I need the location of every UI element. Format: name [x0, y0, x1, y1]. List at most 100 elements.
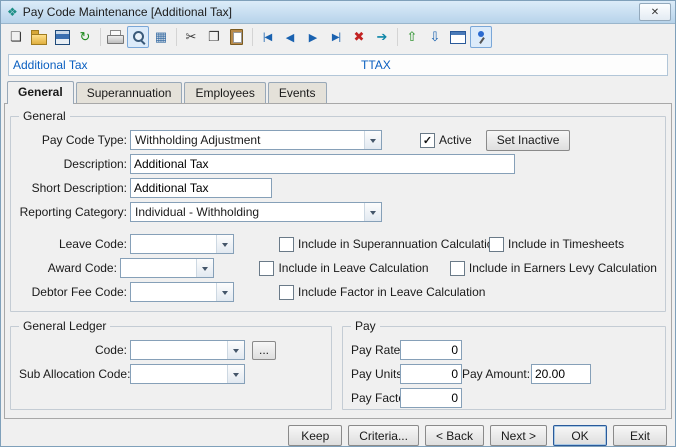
gl-code-lookup-button[interactable]: ...	[252, 341, 276, 360]
include-earners-levy-group: Include in Earners Levy Calculation	[450, 261, 657, 276]
window-icon[interactable]	[447, 26, 469, 48]
reporting-category-row: Reporting Category: Individual - Withhol…	[19, 201, 657, 223]
chevron-down-icon[interactable]	[227, 341, 244, 359]
reporting-category-select[interactable]: Individual - Withholding	[130, 202, 382, 222]
record-name: Additional Tax	[9, 58, 88, 72]
import-icon[interactable]: ⇩	[424, 26, 446, 48]
include-factor-leave-group: Include Factor in Leave Calculation	[279, 285, 489, 300]
exit-button[interactable]: Exit	[613, 425, 667, 446]
chevron-down-icon[interactable]	[364, 131, 381, 149]
record-header: Additional Tax TTAX	[8, 54, 668, 76]
chevron-down-icon[interactable]	[364, 203, 381, 221]
next-record-icon[interactable]: ▶	[302, 26, 324, 48]
include-superannuation-label: Include in Superannuation Calculation	[298, 237, 500, 251]
pay-code-maintenance-window: ❖ Pay Code Maintenance [Additional Tax] …	[0, 0, 676, 447]
open-folder-icon[interactable]	[28, 26, 50, 48]
include-leave-calc-checkbox[interactable]	[259, 261, 274, 276]
award-code-row: Award Code: Include in Leave Calculation…	[19, 257, 657, 279]
export-icon[interactable]: ⇧	[401, 26, 423, 48]
pay-units-label: Pay Units:	[351, 367, 397, 381]
gl-code-row: Code: ...	[19, 339, 323, 361]
tab-superannuation[interactable]: Superannuation	[76, 82, 183, 103]
reporting-category-label: Reporting Category:	[19, 205, 127, 219]
include-superannuation-checkbox[interactable]	[279, 237, 294, 252]
debtor-fee-code-select[interactable]	[130, 282, 234, 302]
keep-button[interactable]: Keep	[288, 425, 342, 446]
save-icon[interactable]	[51, 26, 73, 48]
chevron-down-icon[interactable]	[196, 259, 213, 277]
include-timesheets-group: Include in Timesheets	[489, 237, 624, 252]
window-title: Pay Code Maintenance [Additional Tax]	[23, 5, 639, 19]
pay-code-type-select[interactable]: Withholding Adjustment	[130, 130, 382, 150]
criteria-button[interactable]: Criteria...	[348, 425, 419, 446]
tab-content: General Pay Code Type: Withholding Adjus…	[4, 103, 672, 419]
short-description-input[interactable]	[130, 178, 272, 198]
pay-factor-row: Pay Factor:	[351, 387, 657, 409]
tab-bar: General Superannuation Employees Events	[1, 83, 675, 103]
debtor-fee-code-row: Debtor Fee Code: Include Factor in Leave…	[19, 281, 657, 303]
chevron-down-icon[interactable]	[216, 235, 233, 253]
record-code: TTAX	[361, 58, 391, 72]
gl-code-select[interactable]	[130, 340, 245, 360]
pay-code-type-label: Pay Code Type:	[19, 133, 127, 147]
include-factor-leave-checkbox[interactable]	[279, 285, 294, 300]
toolbar-separator	[176, 28, 177, 46]
grid-icon[interactable]: ▦	[150, 26, 172, 48]
award-code-select[interactable]	[120, 258, 215, 278]
chevron-down-icon[interactable]	[216, 283, 233, 301]
description-input[interactable]	[130, 154, 515, 174]
footer-buttons: Keep Criteria... < Back Next > OK Exit	[9, 425, 667, 446]
chevron-down-icon[interactable]	[227, 365, 244, 383]
print-preview-icon[interactable]	[127, 26, 149, 48]
tab-general[interactable]: General	[7, 81, 74, 104]
leave-code-select[interactable]	[130, 234, 234, 254]
include-timesheets-checkbox[interactable]	[489, 237, 504, 252]
general-group: General Pay Code Type: Withholding Adjus…	[10, 116, 666, 312]
pay-code-type-value: Withholding Adjustment	[131, 133, 364, 147]
include-factor-leave-label: Include Factor in Leave Calculation	[298, 285, 485, 299]
next-button[interactable]: Next >	[490, 425, 547, 446]
pay-amount-input[interactable]	[531, 364, 591, 384]
goto-icon[interactable]: ➔	[371, 26, 393, 48]
debtor-fee-code-label: Debtor Fee Code:	[19, 285, 127, 299]
pay-factor-input[interactable]	[400, 388, 462, 408]
first-record-icon[interactable]: |◀	[256, 26, 278, 48]
set-inactive-button[interactable]: Set Inactive	[486, 130, 571, 151]
leave-code-label: Leave Code:	[19, 237, 127, 251]
print-icon[interactable]	[104, 26, 126, 48]
app-icon: ❖	[7, 5, 18, 19]
pay-units-input[interactable]	[400, 364, 462, 384]
toolbar-separator	[252, 28, 253, 46]
copy-icon[interactable]: ❐	[203, 26, 225, 48]
ok-button[interactable]: OK	[553, 425, 607, 446]
close-button[interactable]: ✕	[639, 3, 671, 21]
cut-icon[interactable]: ✂	[180, 26, 202, 48]
toolbar: ❏ ↻ ▦ ✂ ❐ |◀ ◀ ▶ ▶| ✖ ➔ ⇧ ⇩	[1, 24, 675, 50]
award-code-label: Award Code:	[19, 261, 117, 275]
pay-rate-input[interactable]	[400, 340, 462, 360]
short-description-row: Short Description:	[19, 177, 657, 199]
active-checkbox-label: Active	[439, 133, 472, 147]
toolbar-separator	[397, 28, 398, 46]
pay-group-title: Pay	[351, 319, 380, 333]
delete-icon[interactable]: ✖	[348, 26, 370, 48]
description-row: Description:	[19, 153, 657, 175]
pin-icon[interactable]	[470, 26, 492, 48]
sub-allocation-select[interactable]	[130, 364, 245, 384]
previous-record-icon[interactable]: ◀	[279, 26, 301, 48]
new-document-icon[interactable]: ❏	[5, 26, 27, 48]
tab-events[interactable]: Events	[268, 82, 327, 103]
title-bar[interactable]: ❖ Pay Code Maintenance [Additional Tax] …	[1, 1, 675, 24]
general-ledger-group-title: General Ledger	[19, 319, 110, 333]
tab-employees[interactable]: Employees	[184, 82, 265, 103]
active-checkbox[interactable]	[420, 133, 435, 148]
pay-amount-label: Pay Amount:	[462, 367, 528, 381]
last-record-icon[interactable]: ▶|	[325, 26, 347, 48]
include-earners-levy-checkbox[interactable]	[450, 261, 465, 276]
back-button[interactable]: < Back	[425, 425, 484, 446]
include-timesheets-label: Include in Timesheets	[508, 237, 624, 251]
toolbar-separator	[100, 28, 101, 46]
refresh-icon[interactable]: ↻	[74, 26, 96, 48]
sub-allocation-row: Sub Allocation Code:	[19, 363, 323, 385]
paste-icon[interactable]	[226, 26, 248, 48]
